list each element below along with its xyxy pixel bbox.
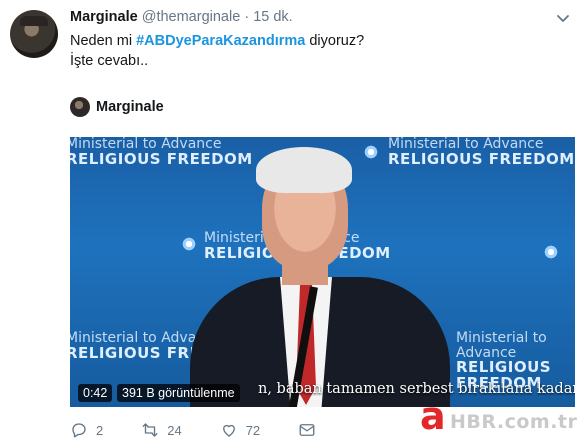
retweet-count: 24: [167, 422, 182, 438]
tweet-text-suffix: diyoruz?: [305, 33, 365, 49]
banner-small-text: Ministerial to Advance: [456, 330, 547, 361]
retweet-icon: [142, 423, 158, 437]
banner-big-text: RELIGIOUS FREEDOM: [70, 149, 253, 168]
watermark-logo: a: [420, 394, 446, 438]
embedded-video-header[interactable]: Marginale: [70, 97, 164, 117]
banner-top-right: Ministerial to Advance RELIGIOUS FREEDOM: [388, 137, 575, 167]
direct-message-button[interactable]: [298, 421, 316, 439]
video-subtitle: n, baban tamamen serbest bırakılana kada…: [258, 381, 575, 397]
speaker-hair: [256, 147, 352, 193]
tweet-text-prefix: Neden mi: [70, 33, 137, 49]
star-logo-icon: [540, 241, 562, 263]
separator-dot: ·: [244, 9, 250, 25]
timestamp[interactable]: 15 dk.: [253, 9, 293, 25]
video-duration-badge: 0:42: [78, 384, 113, 402]
star-logo-icon: [360, 141, 382, 163]
hashtag-link[interactable]: #ABDyeParaKazandırma: [136, 33, 305, 49]
tweet-avatar[interactable]: [10, 10, 58, 58]
video-player[interactable]: Ministerial to Advance RELIGIOUS FREEDOM…: [70, 137, 575, 407]
tweet-header: Marginale @themarginale · 15 dk.: [70, 9, 293, 25]
reply-button[interactable]: 2: [70, 421, 103, 439]
embedded-author-name[interactable]: Marginale: [96, 99, 164, 115]
banner-big-text: RELIGIOUS FREEDOM: [388, 149, 575, 168]
tweet-line-2: İşte cevabı..: [70, 53, 149, 69]
retweet-button[interactable]: 24: [141, 421, 182, 439]
reply-icon: [72, 423, 86, 438]
like-count: 72: [245, 422, 261, 438]
star-logo-icon: [178, 233, 200, 255]
tweet-text: Neden mi #ABDyeParaKazandırma diyoruz? İ…: [70, 31, 364, 71]
heart-icon: [222, 424, 235, 437]
banner-top-left: Ministerial to Advance RELIGIOUS FREEDOM: [70, 137, 253, 167]
watermark-text: HBR.com.tr: [450, 411, 578, 433]
embedded-avatar[interactable]: [70, 97, 90, 117]
banner-small-text: Ministerial to Advance: [70, 137, 222, 152]
tweet-line-1: Neden mi #ABDyeParaKazandırma diyoruz?: [70, 31, 364, 51]
author-name[interactable]: Marginale: [70, 9, 138, 25]
reply-count: 2: [96, 422, 104, 438]
envelope-icon: [299, 424, 315, 436]
banner-small-text: Ministerial to Advance: [388, 137, 544, 152]
tweet-actions: 2 24 72: [70, 421, 354, 439]
chevron-down-icon[interactable]: [555, 10, 571, 26]
author-handle[interactable]: @themarginale: [142, 9, 241, 25]
video-views-badge: 391 B görüntülenme: [117, 384, 240, 402]
like-button[interactable]: 72: [220, 421, 260, 439]
